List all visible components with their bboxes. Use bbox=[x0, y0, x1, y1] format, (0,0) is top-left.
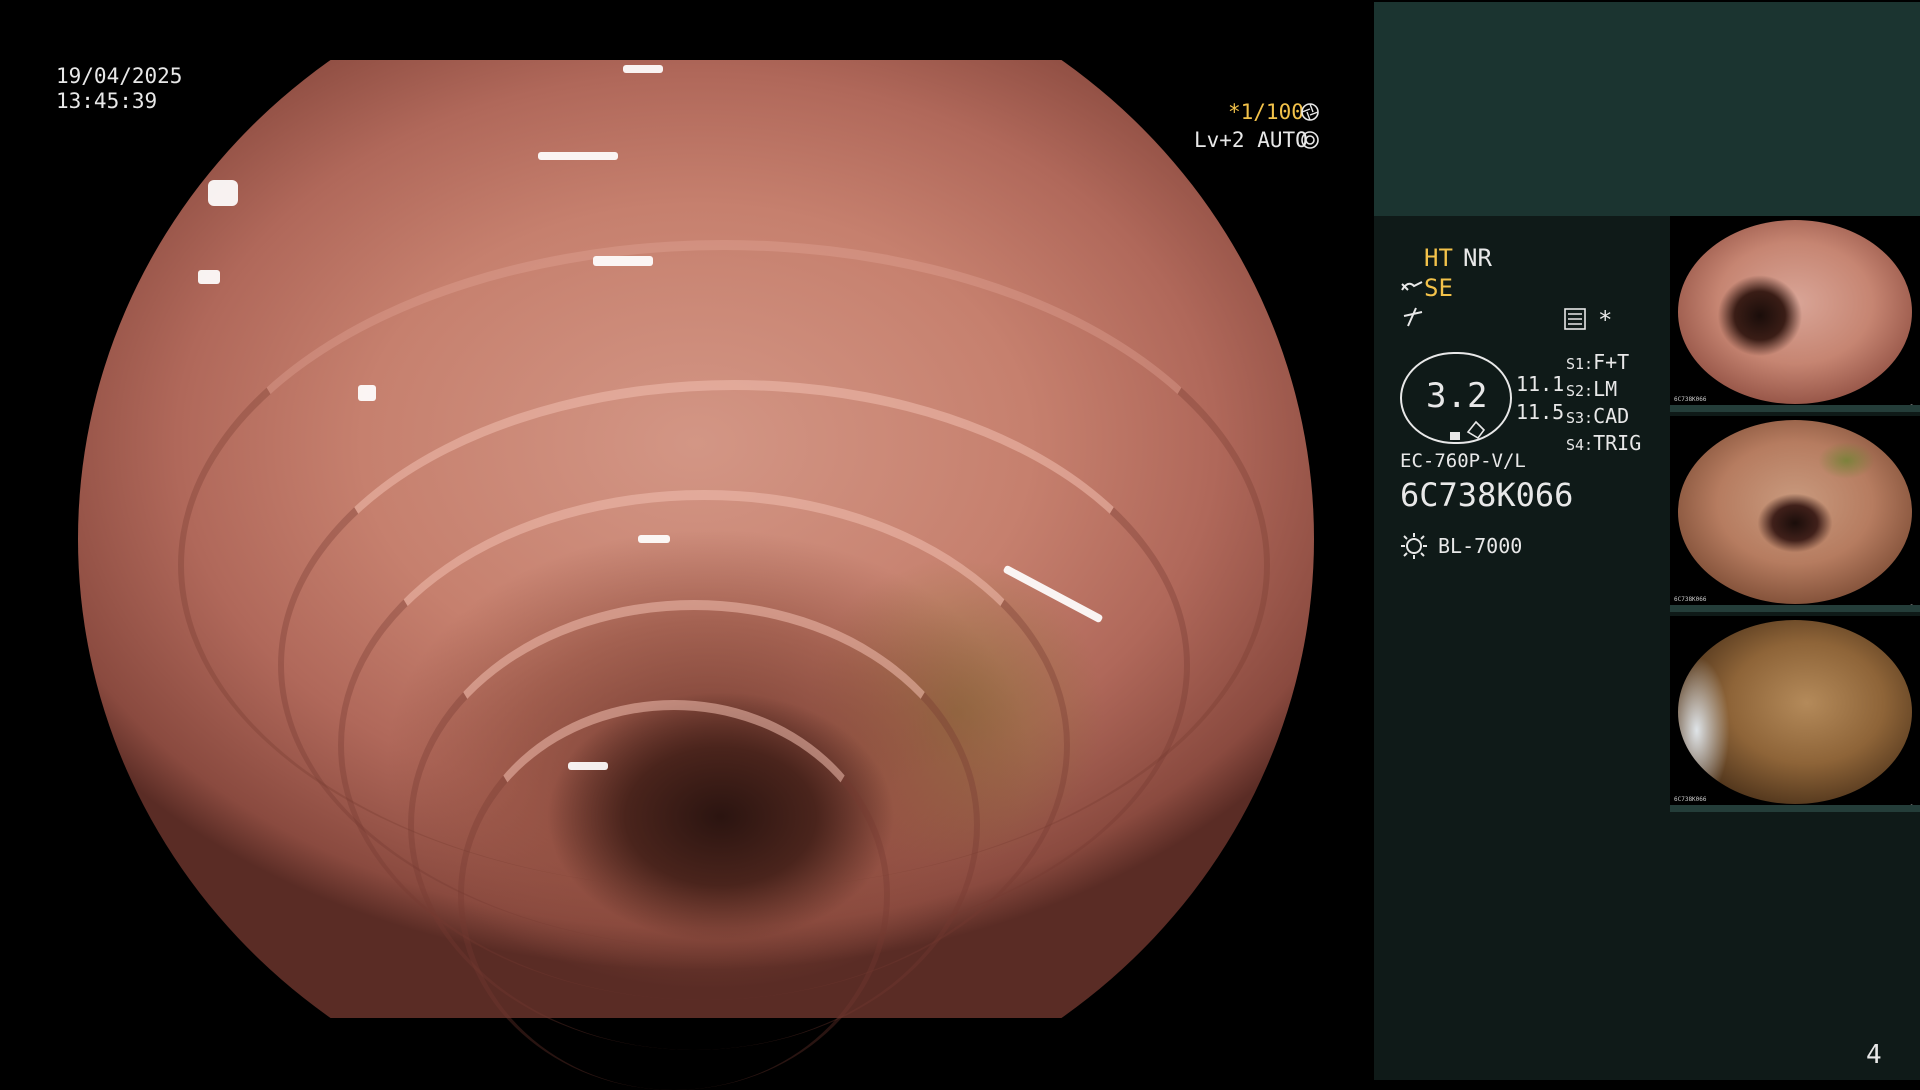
date-label: 19/04/2025 bbox=[56, 64, 183, 88]
specular-highlight bbox=[623, 65, 663, 73]
thumbnail-bar bbox=[1670, 405, 1920, 412]
thumbnail-bar bbox=[1670, 805, 1920, 812]
thumbnail-image bbox=[1678, 220, 1912, 404]
capture-thumbnail[interactable]: 6C738K066 2 bbox=[1670, 416, 1920, 612]
mucosal-fold bbox=[178, 240, 1270, 890]
iris-icon bbox=[1301, 131, 1319, 149]
switch-item: S4:TRIG bbox=[1566, 431, 1642, 455]
gauge-value: 3.2 bbox=[1426, 376, 1488, 416]
specular-highlight bbox=[358, 385, 376, 401]
specular-highlight bbox=[568, 762, 608, 770]
capture-thumbnail[interactable]: 6C738K066 1 bbox=[1670, 616, 1920, 812]
specular-highlight bbox=[638, 535, 670, 543]
thumbnail-label: 6C738K066 bbox=[1674, 396, 1707, 403]
time-label: 13:45:39 bbox=[56, 89, 158, 113]
switch-list: S1:F+T S2:LM S3:CAD S4:TRIG bbox=[1566, 350, 1641, 458]
specular-highlight bbox=[208, 180, 238, 206]
thumbnail-label: 6C738K066 bbox=[1674, 796, 1707, 803]
switch-item: S3:CAD bbox=[1566, 404, 1630, 428]
switch-item: S2:LM bbox=[1566, 377, 1618, 401]
specular-highlight bbox=[593, 256, 653, 266]
gauge-side-2: 11.5 bbox=[1516, 400, 1565, 424]
endoscope-image bbox=[78, 60, 1314, 1090]
capture-thumbnail[interactable]: 6C738K066 3 bbox=[1670, 216, 1920, 412]
specular-highlight bbox=[538, 152, 618, 160]
scope-serial: 6C738K066 bbox=[1400, 476, 1574, 514]
lightning-icon bbox=[1403, 307, 1423, 327]
star-mark: * bbox=[1598, 306, 1613, 334]
mode-nr: NR bbox=[1463, 244, 1492, 272]
scope-model: EC-760P-V/L bbox=[1400, 450, 1526, 472]
light-source: BL-7000 bbox=[1438, 534, 1523, 558]
switch-item: S1:F+T bbox=[1566, 350, 1630, 374]
shutter-speed: *1/100 bbox=[1228, 100, 1304, 124]
thumbnail-image bbox=[1678, 420, 1912, 604]
mode-se: SE bbox=[1424, 274, 1453, 302]
settings-list-icon bbox=[1564, 308, 1586, 330]
specular-highlight bbox=[198, 270, 220, 284]
exposure-level: Lv+2 AUTO bbox=[1194, 128, 1308, 152]
thumbnail-bar bbox=[1670, 605, 1920, 612]
pen-icon bbox=[1401, 281, 1423, 291]
thumbnail-label: 6C738K066 bbox=[1674, 596, 1707, 603]
panel-header bbox=[1374, 2, 1920, 216]
mode-ht: HT bbox=[1424, 244, 1453, 272]
lamp-icon bbox=[1401, 533, 1427, 559]
gauge-indicator-icon bbox=[1450, 420, 1486, 440]
thumbnail-image bbox=[1678, 620, 1912, 804]
page-number: 4 bbox=[1866, 1040, 1882, 1070]
gauge-side-1: 11.1 bbox=[1516, 372, 1565, 396]
aperture-icon bbox=[1301, 103, 1319, 121]
